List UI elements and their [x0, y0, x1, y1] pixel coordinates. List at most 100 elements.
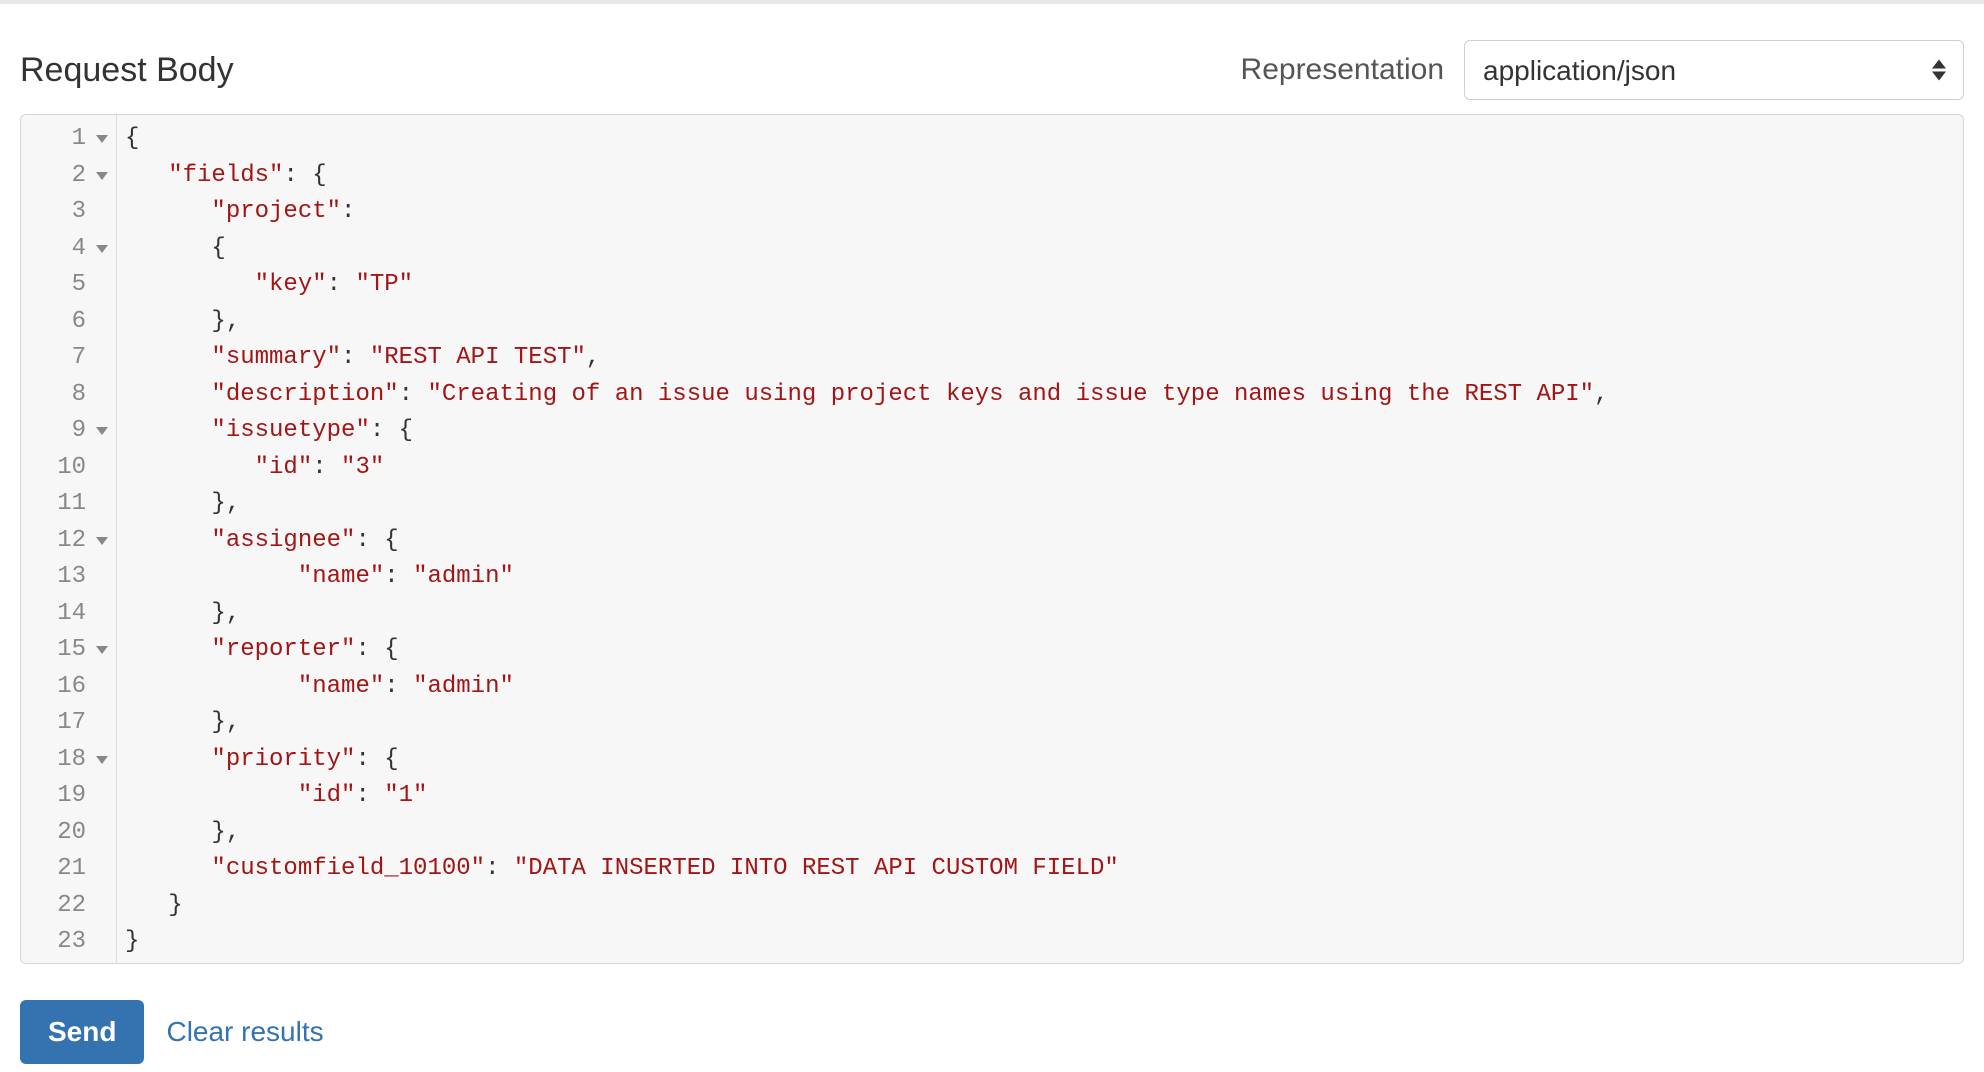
code-editor[interactable]: 1234567891011121314151617181920212223 { … [20, 114, 1964, 964]
json-punct: : [341, 194, 355, 231]
gutter-line: 22 [21, 888, 116, 925]
json-string: "REST API TEST" [370, 340, 586, 377]
code-line[interactable]: "issuetype": { [125, 413, 1955, 450]
fold-toggle-icon[interactable] [96, 756, 108, 764]
json-punct: : [485, 851, 514, 888]
json-string: "DATA INSERTED INTO REST API CUSTOM FIEL… [514, 851, 1119, 888]
json-key: "fields" [168, 158, 283, 195]
code-line[interactable]: }, [125, 705, 1955, 742]
json-punct: , [1594, 377, 1608, 414]
gutter-line: 15 [21, 632, 116, 669]
json-key: "name" [298, 559, 384, 596]
code-line[interactable]: "reporter": { [125, 632, 1955, 669]
json-punct: : { [355, 523, 398, 560]
json-key: "priority" [211, 742, 355, 779]
json-punct: { [125, 121, 139, 158]
json-punct: : [399, 377, 428, 414]
code-line[interactable]: { [125, 121, 1955, 158]
json-punct: : { [355, 742, 398, 779]
code-line[interactable]: } [125, 924, 1955, 961]
gutter-line: 4 [21, 231, 116, 268]
fold-toggle-icon[interactable] [96, 172, 108, 180]
json-key: "summary" [211, 340, 341, 377]
code-line[interactable]: "id": "1" [125, 778, 1955, 815]
request-body-panel: Request Body Representation application/… [0, 0, 1984, 1072]
section-title: Request Body [20, 51, 234, 90]
json-punct: : [384, 559, 413, 596]
json-punct: }, [211, 705, 240, 742]
json-key: "project" [211, 194, 341, 231]
json-punct: }, [211, 596, 240, 633]
code-line[interactable]: } [125, 888, 1955, 925]
representation-select-wrap: application/json [1464, 40, 1964, 100]
code-line[interactable]: "priority": { [125, 742, 1955, 779]
json-punct: }, [211, 304, 240, 341]
clear-results-link[interactable]: Clear results [166, 1016, 323, 1048]
editor-gutter: 1234567891011121314151617181920212223 [21, 115, 117, 963]
gutter-line: 16 [21, 669, 116, 706]
json-punct: : { [370, 413, 413, 450]
gutter-line: 3 [21, 194, 116, 231]
fold-toggle-icon[interactable] [96, 646, 108, 654]
code-line[interactable]: }, [125, 596, 1955, 633]
json-string: "admin" [413, 559, 514, 596]
json-string: "Creating of an issue using project keys… [427, 377, 1594, 414]
gutter-line: 20 [21, 815, 116, 852]
json-string: "TP" [355, 267, 413, 304]
code-line[interactable]: }, [125, 304, 1955, 341]
gutter-line: 5 [21, 267, 116, 304]
code-line[interactable]: }, [125, 486, 1955, 523]
representation-select[interactable]: application/json [1464, 40, 1964, 100]
json-punct: , [586, 340, 600, 377]
json-punct: : [341, 340, 370, 377]
json-punct: }, [211, 815, 240, 852]
json-key: "id" [255, 450, 313, 487]
json-punct: }, [211, 486, 240, 523]
json-punct: { [211, 231, 225, 268]
editor-code-area[interactable]: { "fields": { "project": { "key": "TP" }… [117, 115, 1963, 963]
gutter-line: 10 [21, 450, 116, 487]
json-punct: : [355, 778, 384, 815]
json-string: "admin" [413, 669, 514, 706]
code-line[interactable]: "fields": { [125, 158, 1955, 195]
json-key: "issuetype" [211, 413, 369, 450]
code-line[interactable]: }, [125, 815, 1955, 852]
fold-toggle-icon[interactable] [96, 135, 108, 143]
fold-toggle-icon[interactable] [96, 427, 108, 435]
json-punct: : { [283, 158, 326, 195]
send-button[interactable]: Send [20, 1000, 144, 1064]
header-row: Request Body Representation application/… [20, 4, 1964, 114]
code-line[interactable]: "name": "admin" [125, 559, 1955, 596]
code-line[interactable]: "key": "TP" [125, 267, 1955, 304]
code-line[interactable]: "description": "Creating of an issue usi… [125, 377, 1955, 414]
json-string: "3" [341, 450, 384, 487]
gutter-line: 13 [21, 559, 116, 596]
json-punct: : [312, 450, 341, 487]
gutter-line: 18 [21, 742, 116, 779]
gutter-line: 14 [21, 596, 116, 633]
json-punct: } [125, 924, 139, 961]
representation-group: Representation application/json [1241, 40, 1964, 100]
gutter-line: 23 [21, 924, 116, 961]
fold-toggle-icon[interactable] [96, 537, 108, 545]
code-line[interactable]: "assignee": { [125, 523, 1955, 560]
gutter-line: 6 [21, 304, 116, 341]
gutter-line: 9 [21, 413, 116, 450]
gutter-line: 11 [21, 486, 116, 523]
json-string: "1" [384, 778, 427, 815]
code-line[interactable]: "name": "admin" [125, 669, 1955, 706]
code-line[interactable]: { [125, 231, 1955, 268]
code-line[interactable]: "project": [125, 194, 1955, 231]
json-punct: : [384, 669, 413, 706]
gutter-line: 7 [21, 340, 116, 377]
json-key: "assignee" [211, 523, 355, 560]
actions-row: Send Clear results [20, 1000, 1964, 1064]
fold-toggle-icon[interactable] [96, 245, 108, 253]
json-key: "name" [298, 669, 384, 706]
code-line[interactable]: "id": "3" [125, 450, 1955, 487]
code-line[interactable]: "summary": "REST API TEST", [125, 340, 1955, 377]
json-punct: } [168, 888, 182, 925]
code-line[interactable]: "customfield_10100": "DATA INSERTED INTO… [125, 851, 1955, 888]
json-key: "key" [255, 267, 327, 304]
gutter-line: 8 [21, 377, 116, 414]
